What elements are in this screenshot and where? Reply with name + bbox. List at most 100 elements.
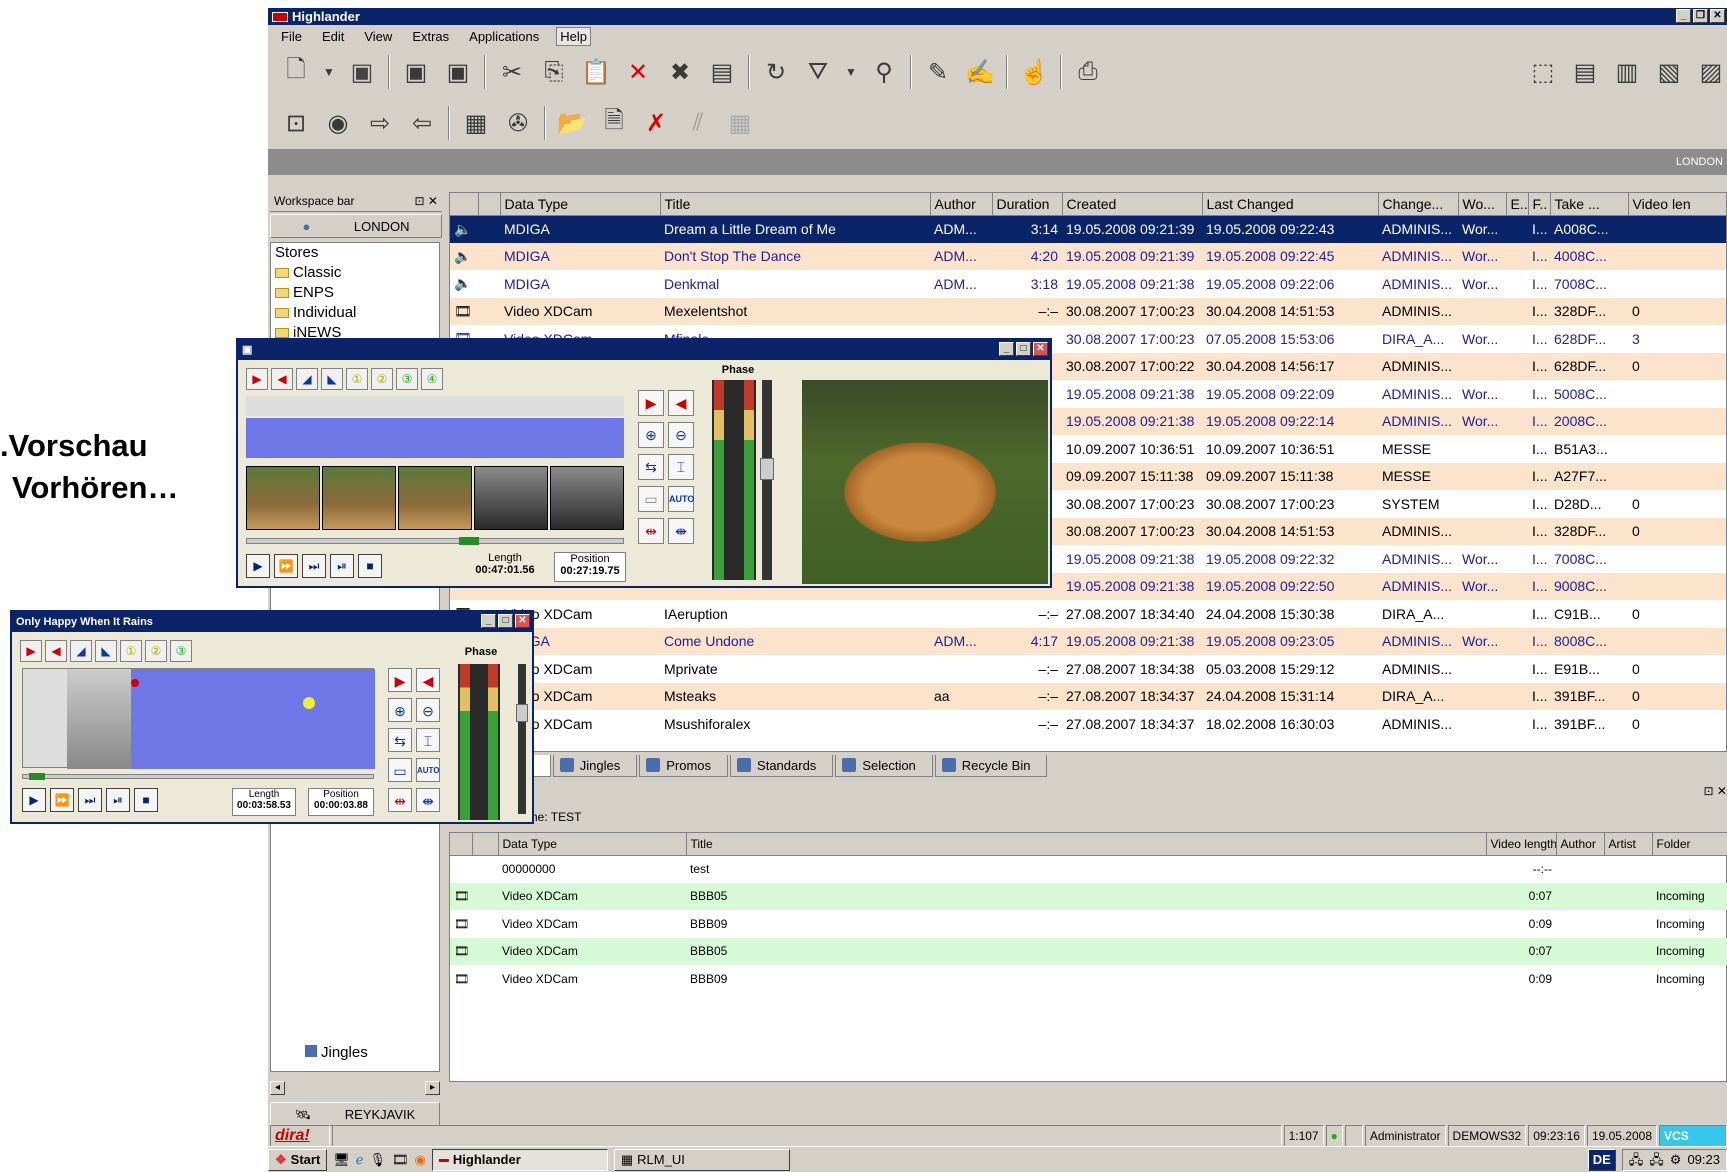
tab-standards[interactable]: Standards	[730, 755, 834, 777]
media-archive-icon[interactable]: ▦	[460, 107, 492, 139]
auto-button[interactable]: AUTO	[416, 758, 440, 782]
document-icon[interactable]: 🗎	[598, 107, 630, 139]
cue2-icon[interactable]: ②	[371, 368, 393, 390]
grid-row[interactable]: 🔈MDIGACome UndoneADM...4:1719.05.2008 09…	[450, 627, 1726, 655]
quicklaunch-ie-icon[interactable]: ℯ	[356, 1152, 364, 1168]
fit-icon[interactable]: ⇆	[638, 454, 664, 480]
grid-header-2[interactable]: Author	[930, 193, 993, 216]
grid-header-6[interactable]: Change...	[1378, 193, 1459, 216]
scroll-left-icon[interactable]: ◂	[270, 1081, 285, 1095]
layout-right-icon[interactable]: ▧	[1653, 56, 1685, 88]
preview-player-window[interactable]: ▣ _ □ ✕ ▶ ◀ ◢ ◣ ① ② ③ ④ ▶ ⏩ ⏭ ⏯ ■ Length 00:47:01.56…	[236, 338, 1052, 588]
grid-header-11[interactable]: Video len	[1628, 193, 1726, 216]
filter-icon[interactable]: ⛛	[802, 56, 834, 88]
layout-bottom-icon[interactable]: ▥	[1611, 56, 1643, 88]
fast-forward-icon[interactable]: ⏩	[274, 554, 298, 578]
lower-header-icon[interactable]	[450, 833, 473, 856]
mark-in-icon[interactable]: ▶	[246, 368, 268, 390]
loop-icon[interactable]: ▭	[638, 486, 664, 512]
tab-promos[interactable]: Promos	[639, 755, 729, 777]
tree-item-jingles[interactable]: Jingles	[301, 1043, 368, 1063]
lower-row[interactable]: 🎞 Video XDCam BBB09 0:09 Incoming	[450, 910, 1727, 938]
open-folder-icon[interactable]: 📂	[556, 107, 588, 139]
cue-marker-icon[interactable]	[303, 697, 315, 709]
save-icon[interactable]: ▣	[346, 56, 378, 88]
layout-full-icon[interactable]: ⬚	[1527, 56, 1559, 88]
skip-end-icon[interactable]: ⏭	[78, 788, 102, 812]
grid-header-8[interactable]: E..	[1506, 193, 1529, 216]
quicklaunch-dira-icon[interactable]: 🎙	[370, 1152, 387, 1168]
set-in-icon[interactable]: ▶	[638, 390, 664, 416]
lower-header-4[interactable]: Artist	[1604, 833, 1653, 856]
text-frame-icon[interactable]: ⊡	[280, 107, 312, 139]
lower-header-flag[interactable]	[472, 833, 499, 856]
fade-in-icon[interactable]: ◢	[70, 640, 92, 662]
mark-out-icon[interactable]: ◀	[271, 368, 293, 390]
audio-player-window[interactable]: Only Happy When It Rains _ □ ✕ ▶ ◀ ◢ ◣ ① ② ③ ▶…	[10, 610, 534, 824]
tray-network2-icon[interactable]: 🖧	[1649, 1150, 1664, 1170]
fade-in-icon[interactable]: ◢	[296, 368, 318, 390]
step-icon[interactable]: ⏯	[330, 554, 354, 578]
volume-fader[interactable]	[760, 380, 774, 580]
player-maximize-button[interactable]: □	[1016, 342, 1031, 356]
lower-header-0[interactable]: Data Type	[498, 833, 687, 856]
quicklaunch-firefox-icon[interactable]: ◉	[415, 1152, 426, 1168]
fit-icon[interactable]: ⇆	[388, 728, 412, 752]
grid-header-icon[interactable]	[450, 193, 479, 216]
grid-header-10[interactable]: Take ...	[1550, 193, 1629, 216]
grid-row[interactable]: 🎞Video XDCamMsteaksaa–:–27.08.2007 18:34…	[450, 682, 1726, 710]
player-titlebar[interactable]: ▣ _ □ ✕	[238, 340, 1050, 360]
player-close-button[interactable]: ✕	[1033, 342, 1048, 356]
player2-titlebar[interactable]: Only Happy When It Rains _ □ ✕	[12, 612, 532, 632]
menu-extras[interactable]: Extras	[409, 28, 452, 45]
mark-out-icon[interactable]: ◀	[45, 640, 67, 662]
dropdown-arrow-icon[interactable]: ▼	[322, 56, 336, 88]
step-icon[interactable]: ⏯	[106, 788, 130, 812]
cue4-icon[interactable]: ④	[421, 368, 443, 390]
grid-header-9[interactable]: F..	[1528, 193, 1551, 216]
lower-row[interactable]: 🎞 Video XDCam BBB05 0:07 Incoming	[450, 937, 1727, 965]
stop-icon[interactable]: ■	[134, 788, 158, 812]
layout-left-icon[interactable]: ▨	[1695, 56, 1727, 88]
stop-icon[interactable]: ■	[358, 554, 382, 578]
split-audio-icon[interactable]: ⇹	[638, 518, 664, 544]
player-minimize-button[interactable]: _	[999, 342, 1014, 356]
lower-header-5[interactable]: Folder	[1652, 833, 1727, 856]
volume-fader[interactable]	[516, 664, 528, 814]
lower-row[interactable]: 00000000 test --:--	[450, 855, 1727, 883]
fader-knob[interactable]	[516, 704, 528, 722]
grid-row[interactable]: 🔈 MDIGA Denkmal ADM... 3:18 19.05.2008 09:21:…	[450, 270, 1726, 298]
properties-icon[interactable]: ▤	[706, 56, 738, 88]
envelope-editor[interactable]	[22, 668, 375, 769]
tray-network-icon[interactable]: 🖧	[1629, 1150, 1644, 1170]
lower-header-1[interactable]: Title	[686, 833, 1487, 856]
set-out-icon[interactable]: ◀	[668, 390, 694, 416]
grid-header-1[interactable]: Title	[660, 193, 931, 216]
quicklaunch-desktop-icon[interactable]: 🖥	[333, 1152, 350, 1168]
grid-header-5[interactable]: Last Changed	[1202, 193, 1379, 216]
grid-row[interactable]: 🔈 MDIGA Dream a Little Dream of Me ADM... 3:…	[450, 215, 1726, 243]
new-document-icon[interactable]: 🗋	[280, 56, 312, 88]
play-icon[interactable]: ▶	[22, 788, 46, 812]
menu-help[interactable]: Help	[556, 26, 592, 46]
set-out-icon[interactable]: ◀	[416, 668, 440, 692]
merge-audio-icon[interactable]: ⇼	[668, 518, 694, 544]
panel-pin-close-icon[interactable]: ⊡ ✕	[1704, 780, 1727, 802]
language-indicator[interactable]: DE	[1587, 1148, 1616, 1171]
tab-recycle-bin[interactable]: Recycle Bin	[934, 755, 1048, 777]
fader-knob[interactable]	[760, 458, 774, 480]
quicklaunch-film-icon[interactable]: 🎞	[392, 1152, 409, 1168]
zoom-out-icon[interactable]: ⊖	[416, 698, 440, 722]
start-button[interactable]: ❖ Start	[268, 1148, 328, 1171]
save-all-icon[interactable]: ▣	[442, 56, 474, 88]
close-button[interactable]: ✕	[1710, 9, 1725, 23]
set-in-icon[interactable]: ▶	[388, 668, 412, 692]
delete-icon[interactable]: ✕	[622, 56, 654, 88]
player2-minimize-button[interactable]: _	[481, 614, 496, 628]
lower-header-3[interactable]: Author	[1556, 833, 1605, 856]
tree-item-enps[interactable]: ENPS	[271, 283, 439, 303]
save-as-icon[interactable]: ▣	[400, 56, 432, 88]
paste-icon[interactable]: 📋	[580, 56, 612, 88]
tray-app-icon[interactable]: ⚙	[1670, 1150, 1682, 1170]
menu-edit[interactable]: Edit	[319, 28, 347, 45]
